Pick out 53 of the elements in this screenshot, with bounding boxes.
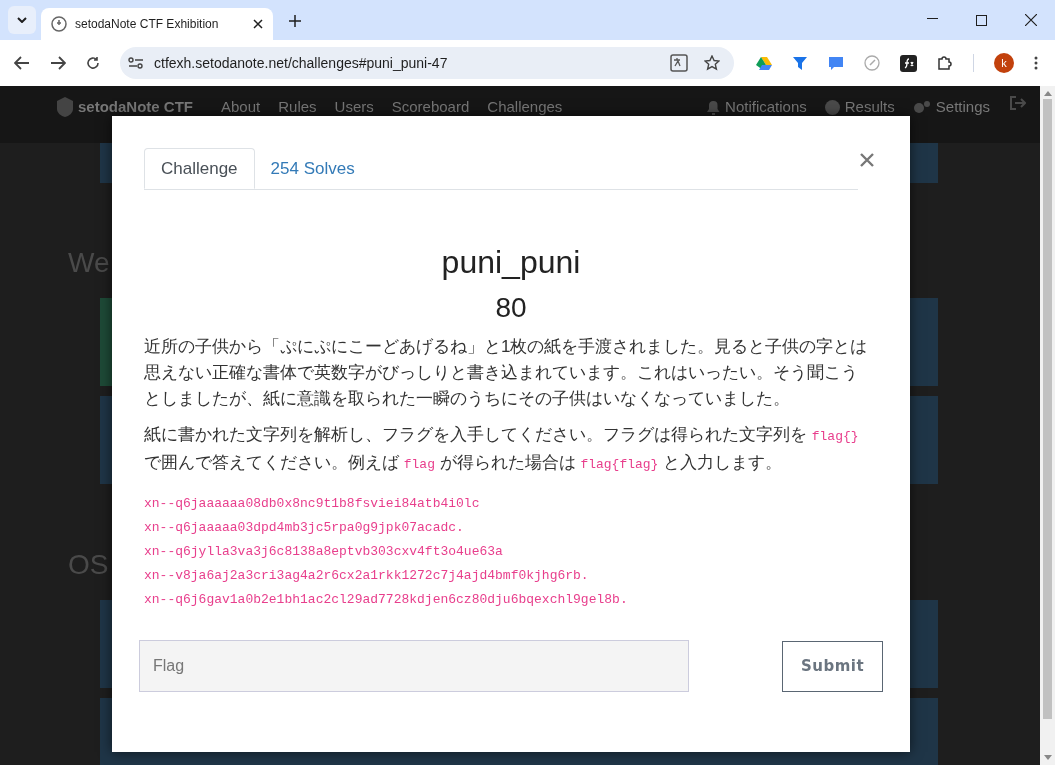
forward-icon[interactable] <box>50 56 66 70</box>
nav-link[interactable]: Users <box>334 96 374 119</box>
chat-icon[interactable] <box>828 55 844 71</box>
code-line: xn--q6jaaaaa03dpd4mb3jc5rpa0g9jpk07acadc. <box>144 519 464 537</box>
tab-search-button[interactable] <box>8 6 36 34</box>
maximize-icon[interactable] <box>976 15 987 26</box>
star-icon[interactable] <box>704 55 720 71</box>
puzzle-icon[interactable] <box>937 55 953 71</box>
nav-link[interactable]: Challenges <box>487 96 563 119</box>
url-text: ctfexh.setodanote.net/challenges#puni_puni-47 <box>154 53 449 73</box>
code-line: xn--v8ja6aj2a3cri3ag4a2r6cx2a1rkk1272c7j4ajd4bmf0kjhg6rb. <box>144 567 589 585</box>
code-line: xn--q6j6gav1a0b2e1bh1ac2cl29ad7728kdjen6cz80dju6bqexchl9gel8b. <box>144 591 628 609</box>
scroll-down-icon[interactable] <box>1043 755 1052 760</box>
user-icon <box>824 99 840 115</box>
tab-title: setodaNote CTF Exhibition <box>75 16 220 33</box>
nav-link[interactable]: About <box>221 96 261 119</box>
submit-button[interactable]: Submit <box>782 640 883 692</box>
reload-icon[interactable] <box>86 56 100 70</box>
nav-link[interactable]: Settings <box>935 96 990 119</box>
function-icon[interactable] <box>900 54 917 72</box>
menu-icon[interactable] <box>1034 56 1038 70</box>
nav-link[interactable]: Rules <box>278 96 317 119</box>
nav-link[interactable]: Notifications <box>725 96 807 119</box>
site-settings-icon[interactable] <box>128 56 144 70</box>
funnel-icon[interactable] <box>792 55 808 71</box>
close-icon[interactable] <box>253 19 263 29</box>
new-tab-icon[interactable] <box>289 15 301 27</box>
minimize-icon[interactable] <box>927 18 938 20</box>
scroll-thumb[interactable] <box>1043 99 1052 719</box>
address-bar[interactable]: ctfexh.setodanote.net/challenges#puni_puni-47 <box>120 47 734 79</box>
scroll-up-icon[interactable] <box>1043 91 1052 96</box>
challenge-points: 80 <box>494 291 528 325</box>
modal-tab[interactable]: 254 Solves <box>254 148 371 189</box>
gears-icon <box>912 99 931 115</box>
translate-icon[interactable] <box>670 54 688 72</box>
challenge-title: puni_puni <box>440 243 582 282</box>
nav-link[interactable]: Scoreboard <box>391 96 470 119</box>
browser-tab[interactable]: setodaNote CTF Exhibition <box>41 8 273 40</box>
profile-avatar[interactable]: k <box>994 53 1014 73</box>
description-paragraph: 近所の子供から「ぷにぷにこーどあげるね」と1枚の紙を手渡されました。見ると子供の字とは思えない正確な書体で英数字がびっしりと書き込まれています。これはいったい。そう聞こうとしましたが、紙に意識を取られた一瞬のうちにその子供はいなくなっていました。 <box>144 336 869 410</box>
logo-icon <box>56 96 74 118</box>
drive-icon[interactable] <box>756 56 772 70</box>
description-paragraph: 紙に書かれた文字列を解析し、フラグを入手してください。フラグは得られた文字列を flag{} で囲んで答えてください。例えば flag が得られた場合は flag{flag} と入力します。 <box>144 424 860 474</box>
back-icon[interactable] <box>14 56 30 70</box>
flag-input-field[interactable]: Flag <box>139 640 689 692</box>
close-icon[interactable] <box>1025 14 1037 26</box>
bell-icon <box>707 99 721 115</box>
code-line: xn--q6jaaaaaa08db0x8nc9t1b8fsviei84atb4i0lc <box>144 495 480 513</box>
brand-name[interactable]: setodaNote CTF <box>78 96 193 119</box>
modal-tab[interactable]: Challenge <box>144 148 255 189</box>
chevron-down-icon <box>17 17 27 23</box>
nav-link[interactable]: Results <box>844 96 895 119</box>
code-line: xn--q6jylla3va3j6c8138a8eptvb303cxv4ft3o4ue63a <box>144 543 503 561</box>
